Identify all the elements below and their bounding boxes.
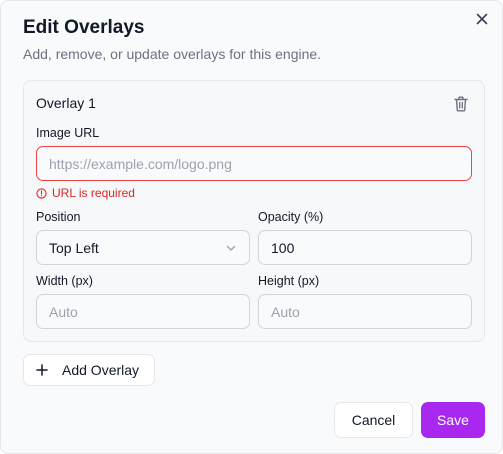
dialog-subtitle: Add, remove, or update overlays for this…: [23, 46, 322, 62]
chevron-down-icon: [226, 245, 236, 251]
height-label: Height (px): [258, 274, 320, 288]
add-overlay-button[interactable]: Add Overlay: [23, 354, 155, 386]
save-button[interactable]: Save: [421, 402, 485, 438]
image-url-input[interactable]: https://example.com/logo.png: [36, 146, 472, 181]
plus-icon: [36, 364, 48, 376]
opacity-input[interactable]: 100: [258, 230, 472, 265]
position-select[interactable]: Top Left: [36, 230, 250, 265]
width-placeholder: Auto: [49, 303, 78, 320]
delete-overlay-button[interactable]: [452, 94, 470, 114]
close-icon: [476, 13, 488, 25]
alert-circle-icon: [36, 187, 47, 199]
image-url-error: URL is required: [36, 186, 135, 200]
opacity-value: 100: [271, 239, 295, 256]
overlay-card: Overlay 1 Image URL https://example.com/…: [23, 80, 485, 342]
image-url-label: Image URL: [36, 126, 100, 140]
width-input[interactable]: Auto: [36, 294, 250, 329]
trash-icon: [454, 96, 468, 112]
edit-overlays-dialog: Edit Overlays Add, remove, or update ove…: [0, 0, 503, 454]
save-label: Save: [437, 412, 469, 428]
error-text: URL is required: [52, 186, 135, 200]
close-button[interactable]: [472, 9, 492, 29]
overlay-title: Overlay 1: [36, 95, 96, 111]
cancel-label: Cancel: [351, 412, 396, 428]
position-label: Position: [36, 210, 81, 224]
add-overlay-label: Add Overlay: [62, 362, 140, 378]
position-value: Top Left: [49, 239, 99, 256]
image-url-placeholder: https://example.com/logo.png: [49, 155, 232, 172]
opacity-label: Opacity (%): [258, 210, 324, 224]
cancel-button[interactable]: Cancel: [334, 402, 413, 438]
width-label: Width (px): [36, 274, 93, 288]
height-placeholder: Auto: [271, 303, 300, 320]
height-input[interactable]: Auto: [258, 294, 472, 329]
dialog-title: Edit Overlays: [23, 17, 145, 38]
